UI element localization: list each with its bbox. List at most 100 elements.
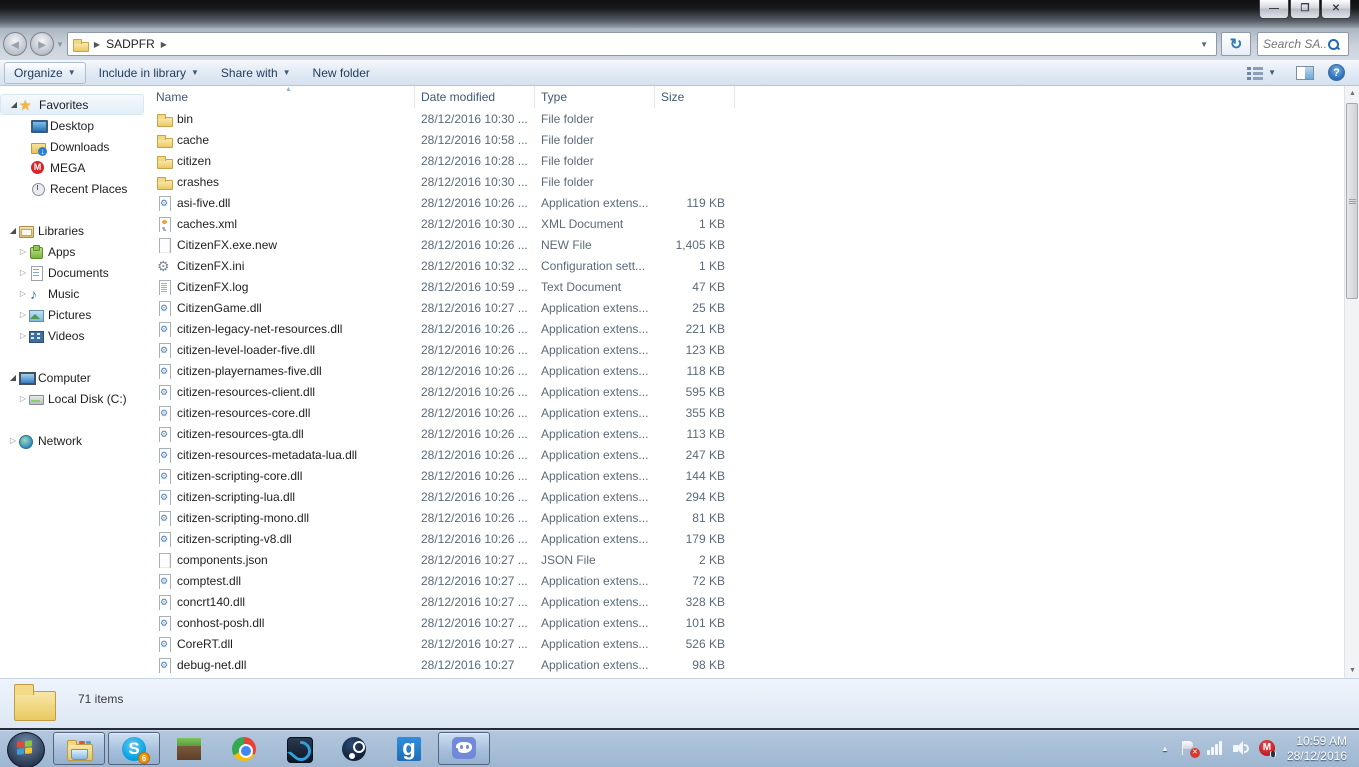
forward-button[interactable]: ► [30, 32, 54, 56]
sidebar-section-computer[interactable]: ◢ Computer [0, 367, 150, 388]
table-row[interactable]: conhost-posh.dll 28/12/2016 10:27 ... Appl… [150, 612, 1344, 633]
action-center-icon[interactable] [1181, 740, 1200, 758]
back-button[interactable]: ◄ [3, 32, 27, 56]
column-header-name[interactable]: Name [150, 86, 415, 108]
sidebar-item-downloads[interactable]: Downloads [0, 136, 150, 157]
views-button[interactable]: ▼ [1243, 62, 1280, 84]
table-row[interactable]: citizen-legacy-net-resources.dll 28/12/20… [150, 318, 1344, 339]
sidebar-section-network[interactable]: ▷ Network [0, 430, 150, 451]
column-header-type[interactable]: Type [535, 86, 655, 108]
search-input[interactable] [1263, 37, 1327, 51]
table-row[interactable]: CitizenGame.dll 28/12/2016 10:27 ... Appli… [150, 297, 1344, 318]
table-row[interactable]: components.json 28/12/2016 10:27 ... JSON … [150, 549, 1344, 570]
table-row[interactable]: debug-net.dll 28/12/2016 10:27 Application… [150, 654, 1344, 675]
toolbar-button-share-with[interactable]: Share with ▼ [212, 62, 300, 84]
sidebar-item-music[interactable]: ▷ Music [0, 283, 150, 304]
maximize-button[interactable]: ❐ [1290, 0, 1320, 19]
taskbar-battlenet-button[interactable] [273, 732, 325, 765]
taskbar-minecraft-button[interactable] [163, 732, 215, 765]
vertical-scrollbar[interactable]: ▲ ▼ [1344, 86, 1359, 678]
taskbar-gmod-button[interactable] [383, 732, 435, 765]
taskbar-steam-button[interactable] [328, 732, 380, 765]
sidebar-item-desktop[interactable]: Desktop [0, 115, 150, 136]
table-row[interactable]: comptest.dll 28/12/2016 10:27 ... Applicat… [150, 570, 1344, 591]
toolbar-button-organize[interactable]: Organize ▼ [4, 61, 86, 84]
search-icon[interactable] [1327, 38, 1340, 51]
table-row[interactable]: citizen-scripting-v8.dll 28/12/2016 10:26… [150, 528, 1344, 549]
recent-pages-dropdown[interactable]: ▼ [56, 40, 64, 49]
sidebar-item-apps[interactable]: ▷ Apps [0, 241, 150, 262]
help-button[interactable]: ? [1328, 64, 1345, 81]
expand-icon[interactable]: ▷ [8, 436, 18, 445]
close-button[interactable]: ✕ [1321, 0, 1351, 19]
table-row[interactable]: citizen-playernames-five.dll 28/12/2016 1… [150, 360, 1344, 381]
sidebar-item-recent-places[interactable]: Recent Places [0, 178, 150, 199]
sidebar-section-libraries[interactable]: ◢ Libraries [0, 220, 150, 241]
sidebar-item-documents[interactable]: ▷ Documents [0, 262, 150, 283]
mega-tray-icon[interactable] [1258, 740, 1276, 757]
table-row[interactable]: citizen-resources-metadata-lua.dll 28/12/… [150, 444, 1344, 465]
scrollbar-thumb[interactable] [1346, 103, 1358, 299]
toolbar-button-new-folder[interactable]: New folder [304, 62, 379, 84]
network-signal-icon[interactable] [1206, 740, 1224, 757]
table-row[interactable]: citizen-resources-client.dll 28/12/2016 1… [150, 381, 1344, 402]
type-cell: Application extens... [541, 447, 649, 462]
dll-file-icon [156, 321, 172, 337]
expand-icon[interactable]: ▷ [18, 268, 28, 277]
scroll-down-icon[interactable]: ▼ [1345, 663, 1359, 678]
table-row[interactable]: caches.xml 28/12/2016 10:30 ... XML Docume… [150, 213, 1344, 234]
volume-icon[interactable] [1232, 740, 1250, 757]
taskbar-explorer-button[interactable] [53, 732, 105, 765]
size-cell: 144 KB [685, 468, 725, 483]
sidebar-item-videos[interactable]: ▷ Videos [0, 325, 150, 346]
expand-icon[interactable]: ▷ [18, 310, 28, 319]
table-row[interactable]: citizen-resources-gta.dll 28/12/2016 10:2… [150, 423, 1344, 444]
table-row[interactable]: citizen-resources-core.dll 28/12/2016 10:… [150, 402, 1344, 423]
type-cell: Application extens... [541, 531, 649, 546]
breadcrumb-arrow-icon[interactable]: ▶ [161, 40, 167, 49]
address-dropdown-icon[interactable]: ▼ [1196, 40, 1212, 49]
table-row[interactable]: CitizenFX.log 28/12/2016 10:59 ... Text Do… [150, 276, 1344, 297]
expand-icon[interactable]: ▷ [18, 289, 28, 298]
table-row[interactable]: asi-five.dll 28/12/2016 10:26 ... Applicat… [150, 192, 1344, 213]
table-row[interactable]: crashes 28/12/2016 10:30 ... File folder [150, 171, 1344, 192]
expand-icon[interactable]: ▷ [18, 331, 28, 340]
refresh-button[interactable]: ↻ [1221, 32, 1251, 56]
expand-icon[interactable]: ▷ [18, 394, 28, 403]
minimize-button[interactable]: — [1259, 0, 1289, 19]
sidebar-section-favorites[interactable]: ◢ Favorites [0, 94, 144, 115]
column-header-size[interactable]: Size [655, 86, 735, 108]
collapse-icon[interactable]: ◢ [8, 373, 18, 382]
taskbar-chrome-button[interactable] [218, 732, 270, 765]
address-bar[interactable]: ▶ SADPFR ▶ ▼ [66, 32, 1217, 56]
table-row[interactable]: CoreRT.dll 28/12/2016 10:27 ... Applicatio… [150, 633, 1344, 654]
show-hidden-icons-button[interactable]: ▲ [1161, 744, 1169, 753]
table-row[interactable]: citizen-scripting-lua.dll 28/12/2016 10:2… [150, 486, 1344, 507]
table-row[interactable]: citizen-scripting-core.dll 28/12/2016 10:… [150, 465, 1344, 486]
collapse-icon[interactable]: ◢ [9, 100, 19, 109]
clock[interactable]: 10:59 AM 28/12/2016 [1287, 734, 1347, 764]
breadcrumb[interactable]: SADPFR [106, 37, 155, 51]
table-row[interactable]: citizen 28/12/2016 10:28 ... File folder [150, 150, 1344, 171]
table-row[interactable]: CitizenFX.exe.new 28/12/2016 10:26 ... NEW… [150, 234, 1344, 255]
preview-pane-button[interactable] [1296, 65, 1314, 80]
table-row[interactable]: citizen-scripting-mono.dll 28/12/2016 10:… [150, 507, 1344, 528]
sidebar-item-local-disk-c-[interactable]: ▷ Local Disk (C:) [0, 388, 150, 409]
table-row[interactable]: CitizenFX.ini 28/12/2016 10:32 ... Configu… [150, 255, 1344, 276]
toolbar-button-include-in-library[interactable]: Include in library ▼ [90, 62, 208, 84]
table-row[interactable]: citizen-level-loader-five.dll 28/12/2016 … [150, 339, 1344, 360]
chevron-down-icon: ▼ [191, 68, 199, 77]
column-header-date-modified[interactable]: Date modified [415, 86, 535, 108]
start-button[interactable] [5, 731, 45, 767]
sidebar-item-pictures[interactable]: ▷ Pictures [0, 304, 150, 325]
collapse-icon[interactable]: ◢ [8, 226, 18, 235]
expand-icon[interactable]: ▷ [18, 247, 28, 256]
table-row[interactable]: concrt140.dll 28/12/2016 10:27 ... Applica… [150, 591, 1344, 612]
search-box[interactable] [1257, 32, 1349, 56]
scroll-up-icon[interactable]: ▲ [1345, 86, 1359, 101]
table-row[interactable]: cache 28/12/2016 10:58 ... File folder [150, 129, 1344, 150]
table-row[interactable]: bin 28/12/2016 10:30 ... File folder [150, 108, 1344, 129]
taskbar-skype-button[interactable]: 6 [108, 732, 160, 765]
taskbar-discord-button[interactable] [438, 732, 490, 765]
sidebar-item-mega[interactable]: MEGA [0, 157, 150, 178]
